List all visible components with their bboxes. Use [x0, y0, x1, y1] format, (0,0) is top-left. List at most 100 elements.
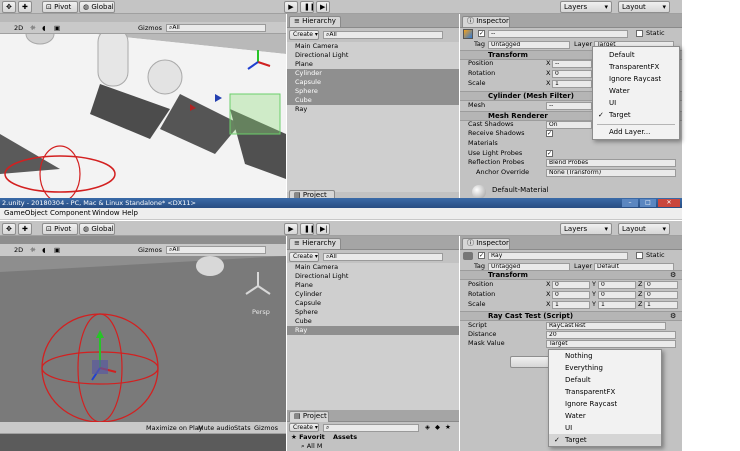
close-button[interactable]: ✕: [658, 199, 680, 207]
bottom-hierarchy-create-button[interactable]: Create ▾: [289, 252, 319, 262]
menu-item-water[interactable]: Water: [549, 410, 661, 422]
bottom-script-component-header[interactable]: Ray Cast Test (Script): [460, 311, 682, 321]
bottom-rotation-z-field[interactable]: 0: [644, 291, 678, 299]
menu-item-water[interactable]: Water: [593, 85, 679, 97]
top-scene-gizmos-dropdown[interactable]: Gizmos: [138, 24, 162, 32]
menu-item-default[interactable]: Default: [549, 374, 661, 386]
top-receive-shadows-checkbox[interactable]: ✓: [546, 130, 553, 137]
menu-item-transparentfx[interactable]: TransparentFX: [549, 386, 661, 398]
top-scene-light-icon[interactable]: ☼: [30, 24, 36, 32]
minimize-button[interactable]: –: [622, 199, 638, 207]
menu-gameobject[interactable]: GameObject: [4, 208, 48, 219]
top-cast-shadows-dropdown[interactable]: On: [546, 121, 592, 129]
top-mesh-field[interactable]: --: [546, 102, 592, 110]
list-item[interactable]: Capsule: [287, 299, 459, 308]
tab-hierarchy[interactable]: ≡ Hierarchy: [289, 16, 341, 27]
menu-item-default[interactable]: Default: [593, 49, 679, 61]
top-anchor-override-field[interactable]: None (Transform): [546, 169, 676, 177]
top-play-button[interactable]: ▶: [284, 1, 298, 13]
settings-gear-icon[interactable]: ⚙: [670, 271, 676, 279]
list-item[interactable]: Sphere: [287, 87, 459, 96]
top-rotation-x-field[interactable]: 0: [552, 70, 592, 78]
list-item-selected[interactable]: Ray: [287, 326, 459, 335]
bottom-project-create-button[interactable]: Create ▾: [289, 423, 319, 432]
bottom-hierarchy-search-input[interactable]: ⌕All: [323, 253, 443, 261]
favorites-folder[interactable]: ★ Favorit: [291, 433, 325, 441]
menu-item-ignore-raycast[interactable]: Ignore Raycast: [549, 398, 661, 410]
list-item[interactable]: Directional Light: [287, 51, 459, 60]
bottom-rotation-y-field[interactable]: 0: [598, 291, 636, 299]
top-move-tool-button[interactable]: ✚: [18, 1, 32, 13]
top-scene-audio-icon[interactable]: ◖: [42, 24, 45, 32]
list-item[interactable]: Main Camera: [287, 263, 459, 272]
bottom-persp-label[interactable]: Persp: [252, 308, 270, 316]
bottom-pivot-button[interactable]: ⊡ Pivot: [42, 223, 78, 235]
bottom-position-x-field[interactable]: 0: [552, 281, 590, 289]
top-layout-dropdown[interactable]: Layout ▾: [618, 1, 670, 13]
menu-item-everything[interactable]: Everything: [549, 362, 661, 374]
bottom-scale-y-field[interactable]: 1: [598, 301, 636, 309]
top-layers-dropdown[interactable]: Layers ▾: [560, 1, 612, 13]
star-icon[interactable]: ★: [445, 423, 451, 431]
list-item[interactable]: Main Camera: [287, 42, 459, 51]
bottom-step-button[interactable]: ▶|: [316, 223, 330, 235]
menu-item-ui[interactable]: UI: [593, 97, 679, 109]
bottom-mask-dropdown[interactable]: Target: [546, 340, 676, 348]
bottom-global-button[interactable]: ◍ Global: [79, 223, 115, 235]
top-scene-2d-toggle[interactable]: 2D: [14, 24, 23, 32]
bottom-project-search-input[interactable]: ⌕: [323, 424, 419, 432]
tab-hierarchy[interactable]: ≡ Hierarchy: [289, 238, 341, 249]
maximize-button[interactable]: □: [640, 199, 656, 207]
bottom-scene-2d-toggle[interactable]: 2D: [14, 246, 23, 254]
tab-project[interactable]: ▤ Project: [289, 411, 329, 422]
bottom-play-button[interactable]: ▶: [284, 223, 298, 235]
bottom-pause-button[interactable]: ❚❚: [300, 223, 314, 235]
list-item[interactable]: Cube: [287, 96, 459, 105]
list-item[interactable]: Ray: [287, 105, 459, 114]
list-item[interactable]: Plane: [287, 281, 459, 290]
bottom-script-field[interactable]: RayCastTest: [546, 322, 666, 330]
menu-item-target[interactable]: Target: [549, 434, 661, 446]
menu-component[interactable]: Component: [50, 208, 91, 219]
tab-inspector[interactable]: ⓘ Inspector: [462, 238, 510, 249]
menu-window[interactable]: Window: [92, 208, 120, 219]
top-global-button[interactable]: ◍ Global: [79, 1, 115, 13]
bottom-name-field[interactable]: Ray: [488, 252, 628, 260]
bottom-scale-x-field[interactable]: 1: [552, 301, 590, 309]
menu-item-nothing[interactable]: Nothing: [549, 350, 661, 362]
mute-audio-toggle[interactable]: Mute audio: [198, 424, 234, 432]
label-icon[interactable]: ◆: [435, 423, 440, 431]
menu-item-ignore-raycast[interactable]: Ignore Raycast: [593, 73, 679, 85]
top-materials-label[interactable]: Materials: [468, 139, 498, 147]
stats-toggle[interactable]: Stats: [234, 424, 251, 432]
bottom-scene-light-icon[interactable]: ☼: [30, 246, 36, 254]
top-scene-effects-icon[interactable]: ▣: [54, 24, 60, 32]
bottom-layout-dropdown[interactable]: Layout ▾: [618, 223, 670, 235]
settings-gear-icon[interactable]: ⚙: [670, 312, 676, 320]
menu-item-transparentfx[interactable]: TransparentFX: [593, 61, 679, 73]
top-scene-search-input[interactable]: ⌕All: [166, 24, 266, 32]
top-name-field[interactable]: --: [488, 30, 628, 38]
list-item[interactable]: Cube: [287, 317, 459, 326]
list-item[interactable]: Plane: [287, 60, 459, 69]
list-item[interactable]: Sphere: [287, 308, 459, 317]
bottom-hand-tool-button[interactable]: ✥: [2, 223, 16, 235]
menu-item-target[interactable]: Target: [593, 109, 679, 121]
bottom-transform-header[interactable]: Transform: [460, 270, 682, 280]
list-item[interactable]: Cylinder: [287, 69, 459, 78]
top-reflection-probes-dropdown[interactable]: Blend Probes: [546, 159, 676, 167]
bottom-rotation-x-field[interactable]: 0: [552, 291, 590, 299]
menu-item-ui[interactable]: UI: [549, 422, 661, 434]
list-item[interactable]: Cylinder: [287, 290, 459, 299]
filter-icon[interactable]: ◈: [425, 423, 430, 431]
top-hand-tool-button[interactable]: ✥: [2, 1, 16, 13]
bottom-scene-view[interactable]: 2D ☼ ◖ ▣ Gizmos ⌕All Persp: [0, 236, 286, 422]
bottom-position-z-field[interactable]: 0: [644, 281, 678, 289]
list-item[interactable]: Capsule: [287, 78, 459, 87]
all-materials-item[interactable]: ⌕ All M: [301, 442, 322, 450]
top-scale-x-field[interactable]: 1: [552, 80, 592, 88]
menu-item-add-layer[interactable]: Add Layer...: [593, 126, 679, 138]
top-step-button[interactable]: ▶|: [316, 1, 330, 13]
bottom-scene-audio-icon[interactable]: ◖: [42, 246, 45, 254]
top-pivot-button[interactable]: ⊡ Pivot: [42, 1, 78, 13]
